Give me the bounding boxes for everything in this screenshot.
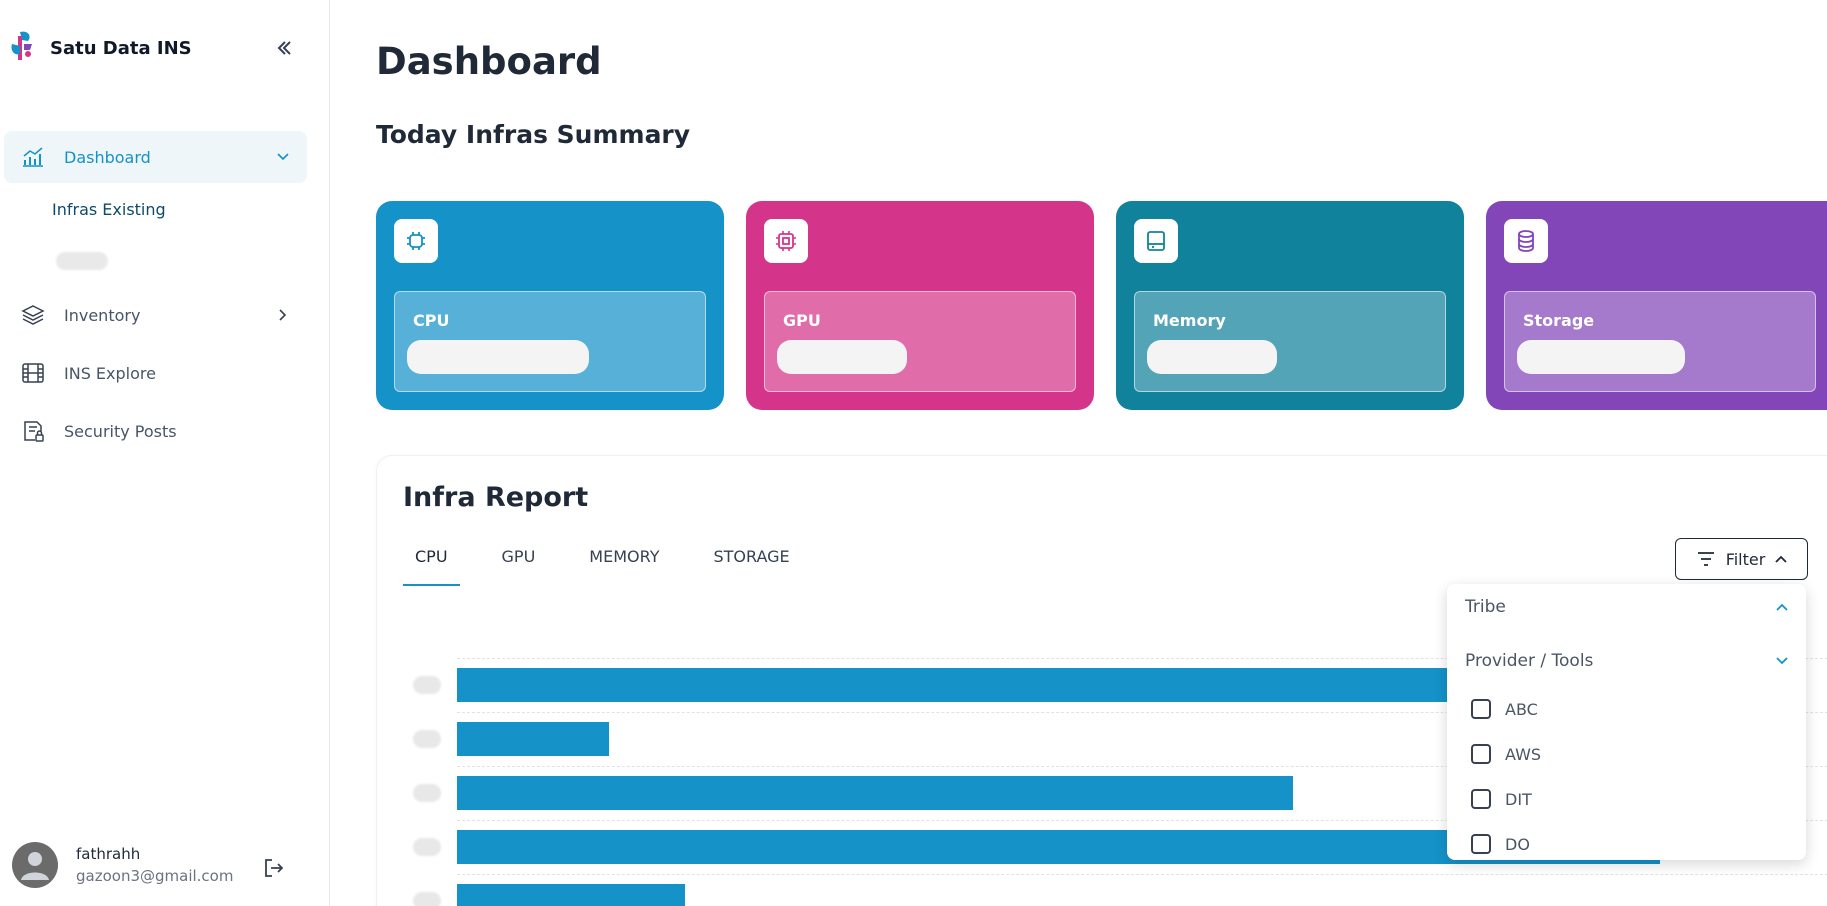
user-profile: fathrahh gazoon3@gmail.com <box>12 842 233 888</box>
filter-label: Filter <box>1725 549 1766 569</box>
chevron-right-icon <box>273 305 293 325</box>
filter-dropdown: Tribe Provider / Tools ABC AWS DIT DO <box>1447 584 1806 860</box>
sidebar-item-inventory[interactable]: Inventory <box>4 289 307 341</box>
gpu-icon <box>764 219 808 263</box>
chart-y-label-redacted <box>413 838 441 856</box>
tab-gpu[interactable]: GPU <box>490 546 548 586</box>
user-icon <box>21 852 49 880</box>
filter-option-abc[interactable]: ABC <box>1471 699 1538 719</box>
chevron-down-icon <box>273 147 293 167</box>
chart-y-label-redacted <box>413 784 441 802</box>
app-title: Satu Data INS <box>50 37 192 59</box>
user-name: fathrahh <box>76 845 141 863</box>
report-title: Infra Report <box>403 482 589 513</box>
filter-option-do[interactable]: DO <box>1471 834 1530 854</box>
filter-option-dit[interactable]: DIT <box>1471 789 1532 809</box>
avatar <box>12 842 58 888</box>
card-stat-panel: CPU <box>394 291 706 392</box>
chart-y-label-redacted <box>413 730 441 748</box>
user-email: gazoon3@gmail.com <box>76 867 234 885</box>
filter-option-label: ABC <box>1505 699 1538 719</box>
main-content: Dashboard Today Infras Summary CPU GPU M… <box>376 0 1827 906</box>
layers-icon <box>20 302 46 328</box>
database-icon <box>1504 219 1548 263</box>
card-stat-panel: GPU <box>764 291 1076 392</box>
report-tabs: CPU GPU MEMORY STORAGE <box>403 546 832 586</box>
page-title: Dashboard <box>376 40 602 83</box>
card-stat-panel: Memory <box>1134 291 1446 392</box>
filter-section-label: Provider / Tools <box>1465 651 1594 671</box>
filter-section-label: Tribe <box>1465 597 1506 617</box>
sidebar-subitem-infras-existing[interactable]: Infras Existing <box>52 200 166 219</box>
card-stat-panel: Storage <box>1504 291 1816 392</box>
sidebar: Satu Data INS Dashboard Infras Existing … <box>0 0 330 906</box>
checkbox[interactable] <box>1471 699 1491 719</box>
tab-cpu[interactable]: CPU <box>403 546 460 586</box>
summary-card-gpu: GPU <box>746 201 1094 410</box>
double-chevron-left-icon <box>277 41 291 55</box>
card-label: Storage <box>1523 311 1595 330</box>
card-label: CPU <box>413 311 450 330</box>
filter-icon <box>1697 552 1714 566</box>
logo-icon <box>8 28 36 68</box>
cpu-icon <box>394 219 438 263</box>
chart-bar[interactable] <box>457 776 1293 810</box>
logout-button[interactable] <box>262 856 286 880</box>
checkbox[interactable] <box>1471 744 1491 764</box>
filter-section-tribe[interactable]: Tribe <box>1465 592 1788 622</box>
filter-button[interactable]: Filter <box>1675 538 1808 580</box>
sidebar-item-label: Security Posts <box>64 421 177 441</box>
filter-option-label: AWS <box>1505 744 1542 764</box>
summary-title: Today Infras Summary <box>376 120 691 149</box>
chart-bar[interactable] <box>457 722 609 756</box>
brand[interactable]: Satu Data INS <box>8 28 192 68</box>
filter-option-aws[interactable]: AWS <box>1471 744 1541 764</box>
chart-icon <box>20 144 46 170</box>
summary-card-cpu: CPU <box>376 201 724 410</box>
redacted-subitem <box>56 252 108 270</box>
filter-option-label: DIT <box>1505 789 1532 809</box>
chart-y-label-redacted <box>413 892 441 906</box>
card-label: Memory <box>1153 311 1226 330</box>
card-label: GPU <box>783 311 821 330</box>
film-icon <box>20 360 46 386</box>
card-value-redacted <box>407 340 589 374</box>
checkbox[interactable] <box>1471 834 1491 854</box>
sidebar-item-label: Dashboard <box>64 147 151 167</box>
card-value-redacted <box>1147 340 1277 374</box>
sidebar-item-label: Inventory <box>64 305 141 325</box>
filter-section-provider-tools[interactable]: Provider / Tools <box>1465 646 1788 676</box>
logout-icon <box>265 859 284 877</box>
summary-card-memory: Memory <box>1116 201 1464 410</box>
chevron-down-icon <box>1776 657 1788 665</box>
tab-memory[interactable]: MEMORY <box>577 546 671 586</box>
collapse-sidebar-button[interactable] <box>272 36 296 60</box>
summary-card-storage: Storage <box>1486 201 1827 410</box>
memory-icon <box>1134 219 1178 263</box>
sidebar-item-label: INS Explore <box>64 363 156 383</box>
card-value-redacted <box>777 340 907 374</box>
chevron-up-icon <box>1776 603 1788 611</box>
tab-storage[interactable]: STORAGE <box>701 546 801 586</box>
card-value-redacted <box>1517 340 1685 374</box>
chart-y-label-redacted <box>413 676 441 694</box>
chevron-up-icon <box>1775 555 1787 563</box>
sidebar-item-dashboard[interactable]: Dashboard <box>4 131 307 183</box>
document-lock-icon <box>20 418 46 444</box>
sidebar-item-ins-explore[interactable]: INS Explore <box>4 347 307 399</box>
sidebar-item-security-posts[interactable]: Security Posts <box>4 405 307 457</box>
chart-gridline <box>457 874 1827 875</box>
chart-bar[interactable] <box>457 884 685 906</box>
filter-option-label: DO <box>1505 834 1530 854</box>
checkbox[interactable] <box>1471 789 1491 809</box>
